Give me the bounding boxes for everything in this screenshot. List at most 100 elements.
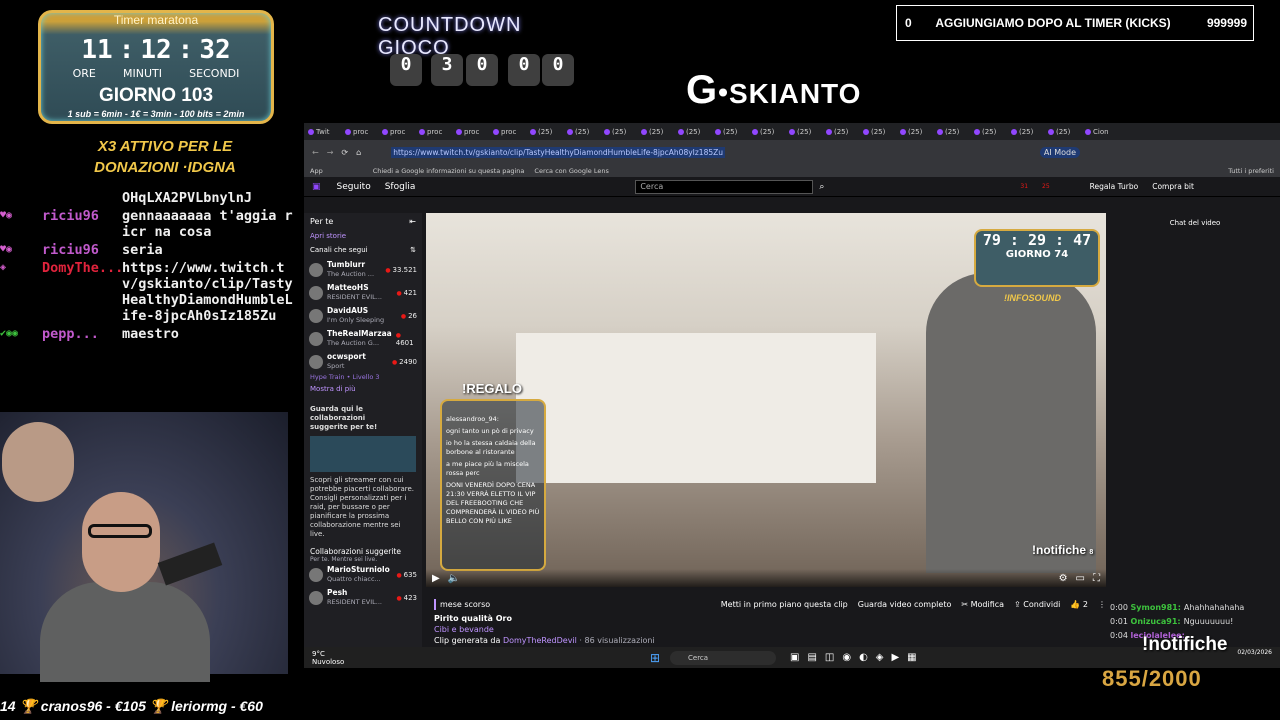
search-icon[interactable]: ⌕	[819, 182, 824, 192]
tab-favicon-icon	[419, 128, 425, 135]
video-timer: 79 : 29 : 47 GIORNO 74	[974, 229, 1100, 287]
browser-tab[interactable]: (25)	[711, 124, 748, 139]
play-icon[interactable]: ▶	[432, 573, 440, 584]
sidebar-channel[interactable]: TheRealMarzaaThe Auction G... 4601	[304, 327, 422, 350]
browser-tab[interactable]: Cion	[1081, 124, 1118, 139]
browser-tab[interactable]: (25)	[1007, 124, 1044, 139]
chat-row: ✔◉◉ pepp... maestro	[0, 326, 300, 342]
volume-icon[interactable]: 🔈	[448, 573, 460, 584]
weather-widget[interactable]: 9°C Nuvoloso	[312, 650, 344, 666]
pin-clip-button[interactable]: Metti in primo piano questa clip	[721, 599, 848, 610]
show-more-link[interactable]: Mostra di più	[304, 381, 422, 397]
browser-tab[interactable]: (25)	[970, 124, 1007, 139]
clip-author[interactable]: DomyTheRedDevil	[503, 636, 577, 645]
tab-title: (25)	[575, 127, 590, 136]
x3-promo: X3 ATTIVO PER LE DONAZIONI ·IDGNA	[94, 138, 236, 176]
nav-following[interactable]: Seguito	[337, 182, 371, 192]
chat-user[interactable]: Onizuca91:	[1131, 617, 1181, 626]
more-icon[interactable]: ⋮	[1098, 599, 1106, 610]
browser-tab[interactable]: (25)	[859, 124, 896, 139]
taskbar-app-icons[interactable]: ▣▤◫◉◐◈▶▦	[790, 652, 925, 663]
browser-tab[interactable]: (25)	[600, 124, 637, 139]
browser-tab[interactable]: (25)	[785, 124, 822, 139]
share-button[interactable]: ⇪ Condividi	[1014, 599, 1060, 610]
browser-tab[interactable]: (25)	[674, 124, 711, 139]
url-field[interactable]: https://www.twitch.tv/gskianto/clip/Tast…	[391, 146, 726, 158]
followed-header: Canali che segui	[310, 246, 368, 254]
browser-tab[interactable]: proc	[341, 124, 378, 139]
timer-minutes: 12	[140, 35, 172, 65]
sidebar-channel[interactable]: MarioSturnioloQuattro chiacc... 635	[304, 563, 422, 586]
home-icon[interactable]: ⌂	[356, 148, 361, 157]
browser-window: Twit proc proc proc proc proc (25) (25) (25) (25)…	[304, 123, 1280, 668]
ai-mode-button[interactable]: AI Mode	[1039, 146, 1080, 158]
collab-title: Collaborazioni suggerite	[310, 547, 401, 556]
sort-icon[interactable]: ⇅	[410, 246, 416, 254]
sidebar-channel[interactable]: ocwsportSport 2490	[304, 350, 422, 373]
bookmark-item[interactable]: Cerca con Google Lens	[534, 167, 608, 175]
back-icon[interactable]: ←	[312, 148, 319, 157]
clip-category[interactable]: Cibi e bevande	[434, 624, 1106, 635]
whispers-badge[interactable]: 25	[1042, 183, 1050, 190]
browser-tab[interactable]: (25)	[748, 124, 785, 139]
share-label: Condividi	[1023, 600, 1061, 609]
browser-tab[interactable]: (25)	[896, 124, 933, 139]
edit-button[interactable]: ✂ Modifica	[961, 599, 1004, 610]
fullscreen-icon[interactable]: ⛶	[1093, 573, 1100, 584]
video-chat-title: Chat del video	[1169, 219, 1221, 227]
browser-tab[interactable]: (25)	[822, 124, 859, 139]
browser-tab[interactable]: proc	[452, 124, 489, 139]
browser-tab[interactable]: (25)	[1044, 124, 1081, 139]
browser-tab[interactable]: proc	[489, 124, 526, 139]
sidebar-channel[interactable]: TumblurrThe Auction ... 33.521	[304, 258, 422, 281]
browser-tab[interactable]: Twit	[304, 124, 341, 139]
tab-favicon-icon	[567, 128, 573, 135]
browser-tab[interactable]: proc	[415, 124, 452, 139]
watch-full-button[interactable]: Guarda video completo	[858, 599, 952, 610]
channel-game: The Auction G...	[327, 339, 380, 347]
video-player[interactable]: 79 : 29 : 47 GIORNO 74 !INFOSOUND !REGAL…	[426, 213, 1106, 587]
chat-user[interactable]: Symon981:	[1131, 603, 1181, 612]
chat-message: seria	[122, 242, 163, 258]
channel-name: TheRealMarzaa	[327, 329, 392, 338]
reload-icon[interactable]: ⟳	[341, 148, 348, 157]
chat-message: gennaaaaaaa t'aggia ricr na cosa	[122, 208, 293, 240]
twitch-logo-icon[interactable]: ▣	[312, 182, 321, 192]
chat-message: https://www.twitch.tv/gskianto/clip/Tast…	[122, 260, 293, 324]
tab-title: (25)	[649, 127, 664, 136]
tab-title: (25)	[760, 127, 775, 136]
browser-tab[interactable]: (25)	[526, 124, 563, 139]
gift-turbo-button[interactable]: Regala Turbo	[1090, 182, 1139, 191]
sidebar-channel[interactable]: PeshRESIDENT EVIL... 423	[304, 586, 422, 609]
collapse-icon[interactable]: ⇤	[409, 217, 416, 226]
tab-favicon-icon	[493, 128, 499, 135]
mini-chat-line: alessandroo_94:	[446, 415, 499, 423]
browser-tab[interactable]: (25)	[637, 124, 674, 139]
player-controls: ▶ 🔈 ⚙ ▭ ⛶	[426, 569, 1106, 587]
settings-icon[interactable]: ⚙	[1059, 573, 1068, 584]
open-stories-link[interactable]: Apri storie	[304, 230, 422, 242]
browser-tab[interactable]: (25)	[563, 124, 600, 139]
person	[926, 273, 1096, 573]
windows-start-icon[interactable]: ⊞	[650, 651, 660, 665]
tab-favicon-icon	[715, 128, 721, 135]
like-button[interactable]: 👍 2	[1070, 599, 1088, 610]
channel-name: Pesh	[327, 588, 348, 597]
theatre-icon[interactable]: ▭	[1076, 573, 1085, 584]
forward-icon[interactable]: →	[327, 148, 334, 157]
sidebar-channel[interactable]: DavidAUSI'm Only Sleeping 26	[304, 304, 422, 327]
glasses	[88, 524, 152, 538]
taskbar-search[interactable]: Cerca	[670, 650, 776, 665]
browser-tab[interactable]: (25)	[933, 124, 970, 139]
bookmark-item[interactable]: App	[310, 167, 323, 175]
bookmark-item[interactable]: Tutti i preferiti	[1228, 167, 1274, 175]
browser-tab[interactable]: proc	[378, 124, 415, 139]
buy-bits-button[interactable]: Compra bit	[1152, 182, 1194, 191]
search-input[interactable]: Cerca	[635, 179, 814, 194]
bookmark-item[interactable]: Chiedi a Google informazioni su questa p…	[373, 167, 525, 175]
sidebar-channel[interactable]: MatteoHSRESIDENT EVIL... 421	[304, 281, 422, 304]
promo-title: Guarda qui le collaborazioni suggerite p…	[310, 405, 378, 431]
nav-browse[interactable]: Sfoglia	[385, 182, 416, 192]
channel-avatar	[309, 262, 323, 277]
notification-badge[interactable]: 31	[1020, 183, 1028, 190]
